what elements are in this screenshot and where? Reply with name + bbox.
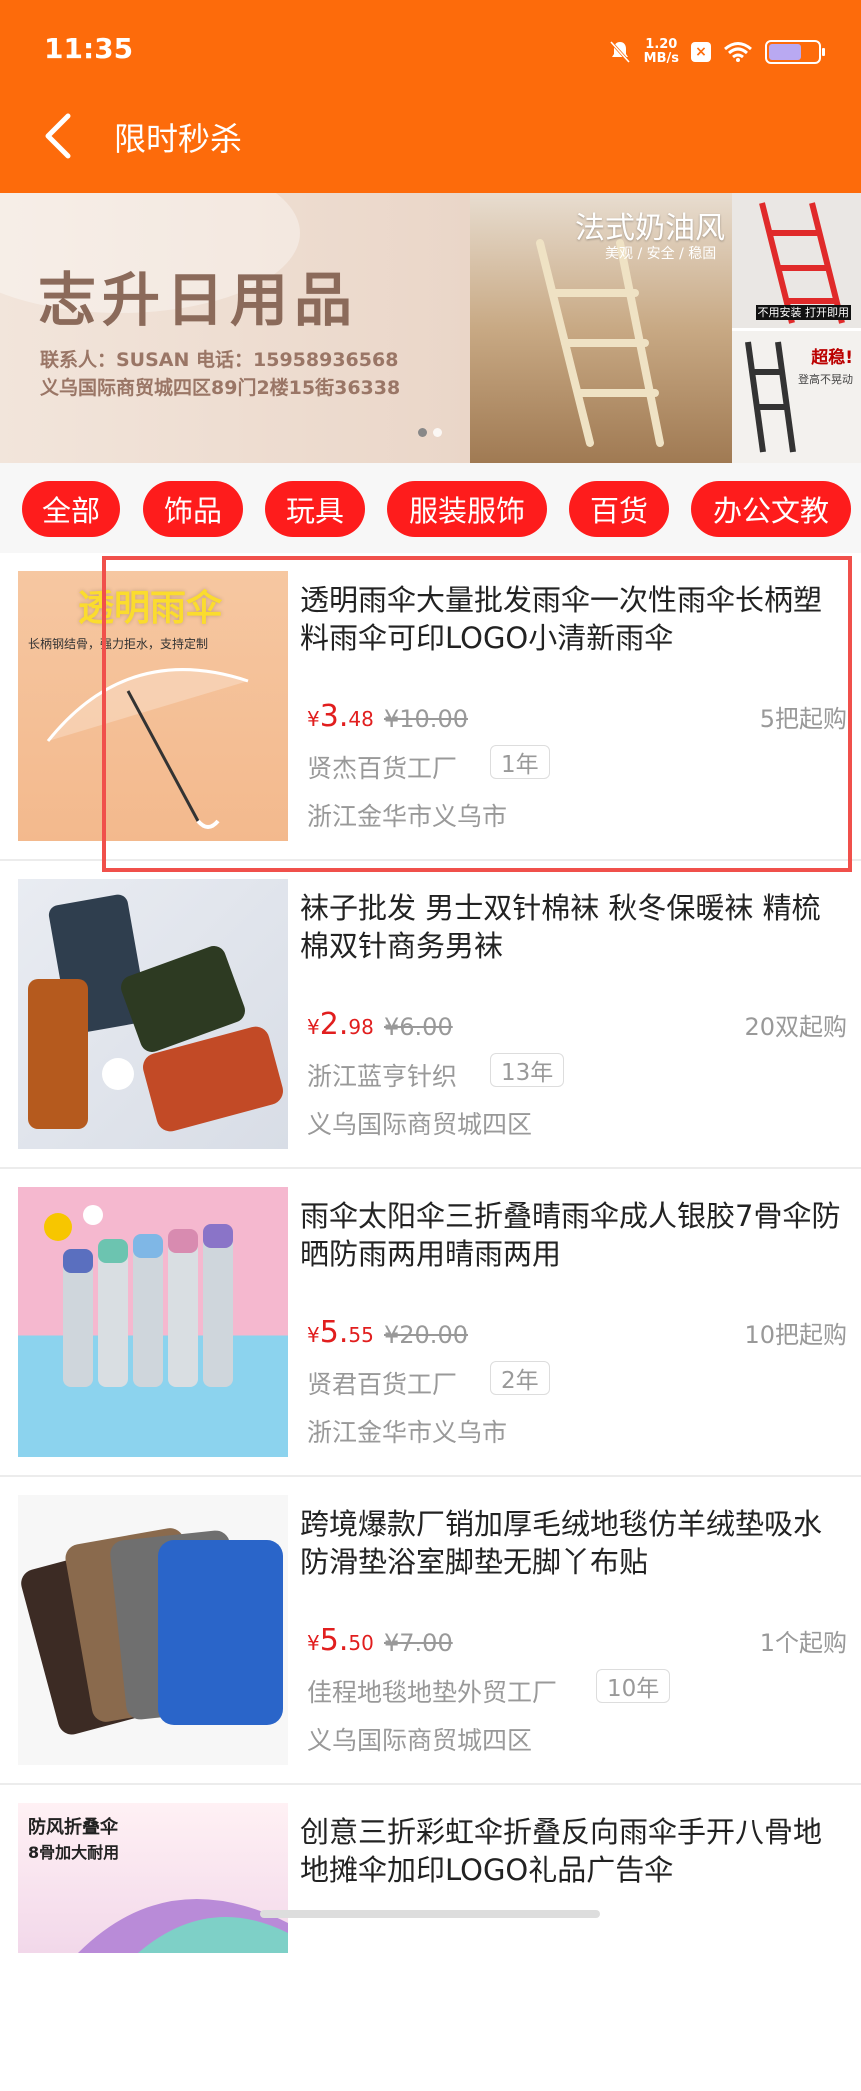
product-title: 创意三折彩虹伞折叠反向雨伞手开八骨地地摊伞加印LOGO礼品广告伞 (300, 1815, 823, 1887)
back-arrow-icon[interactable] (40, 112, 76, 160)
notification-x-icon: × (691, 42, 711, 62)
banner-side-text-1: 不用安装 打开即用 (755, 305, 851, 320)
socks-image (28, 894, 283, 1132)
product-price: ¥5.50 (307, 1623, 374, 1658)
banner-address: 义乌国际商贸城四区89门2楼15街36338 (40, 377, 401, 399)
step-ladder-image (536, 239, 664, 447)
category-chip-general-goods[interactable]: 百货 (569, 481, 669, 537)
product-price: ¥2.98 (307, 1007, 374, 1042)
home-indicator[interactable] (260, 1910, 600, 1918)
product-thumbnail (18, 1187, 288, 1457)
banner-dot-1[interactable] (418, 428, 427, 437)
rainbow-umbrella-image (78, 1899, 288, 1953)
wifi-icon (724, 42, 752, 62)
banner-slogan-sub: 美观 / 安全 / 稳固 (605, 246, 717, 262)
banner-dot-2[interactable] (433, 428, 442, 437)
seller-location: 义乌国际商贸城四区 (307, 1110, 533, 1139)
product-item[interactable]: 跨境爆款厂销加厚毛绒地毯仿羊绒垫吸水防滑垫浴室脚垫无脚丫布贴 ¥5.50 ¥7.… (0, 1477, 861, 1785)
product-price: ¥5.55 (307, 1315, 374, 1350)
banner-side-text-3: 登高不晃动 (798, 373, 853, 386)
banner-contact: 联系人：SUSAN 电话：15958936568 (40, 349, 399, 371)
folded-umbrellas-image (44, 1205, 233, 1387)
page-title: 限时秒杀 (114, 120, 243, 158)
seller-years-badge: 2年 (490, 1361, 550, 1395)
banner-side-text-2: 超稳! (811, 348, 853, 368)
battery-icon (765, 40, 825, 64)
product-item[interactable]: 雨伞太阳伞三折叠晴雨伞成人银胶7骨伞防晒防雨两用晴雨两用 ¥5.55 ¥20.0… (0, 1169, 861, 1477)
seller-years-badge: 13年 (490, 1053, 565, 1087)
seller-location: 浙江金华市义乌市 (307, 1418, 508, 1447)
seller-years-badge: 10年 (596, 1669, 671, 1703)
product-thumbnail (18, 879, 288, 1149)
seller-name: 浙江蓝亨针织 (307, 1062, 458, 1091)
product-title: 袜子批发 男士双针棉袜 秋冬保暖袜 精梳棉双针商务男袜 (300, 891, 821, 963)
banner-pager (418, 428, 442, 437)
category-chip-accessories[interactable]: 饰品 (143, 481, 243, 537)
promo-banner[interactable]: 志升日用品 联系人：SUSAN 电话：15958936568 义乌国际商贸城四区… (0, 193, 861, 463)
seller-location: 义乌国际商贸城四区 (307, 1726, 533, 1755)
original-price: ¥6.00 (384, 1013, 453, 1041)
product-thumbnail (18, 1495, 288, 1765)
selection-highlight (102, 556, 852, 872)
banner-store-name: 志升日用品 (38, 266, 359, 334)
category-chip-toys[interactable]: 玩具 (265, 481, 365, 537)
original-price: ¥7.00 (384, 1629, 453, 1657)
category-chip-office[interactable]: 办公文教 (691, 481, 851, 537)
category-chip-all[interactable]: 全部 (22, 481, 120, 537)
top-bar: 11:35 1.20 MB/s × 限时秒杀 (0, 0, 861, 193)
product-title: 雨伞太阳伞三折叠晴雨伞成人银胶7骨伞防晒防雨两用晴雨两用 (300, 1199, 841, 1271)
product-title: 跨境爆款厂销加厚毛绒地毯仿羊绒垫吸水防滑垫浴室脚垫无脚丫布贴 (300, 1507, 823, 1579)
min-order-qty: 20双起购 (744, 1013, 847, 1041)
product-item[interactable]: 防风折叠伞 8骨加大耐用 创意三折彩虹伞折叠反向雨伞手开八骨地地摊伞加印LOGO… (0, 1785, 861, 2091)
product-item[interactable]: 袜子批发 男士双针棉袜 秋冬保暖袜 精梳棉双针商务男袜 ¥2.98 ¥6.00 … (0, 861, 861, 1169)
banner-slogan: 法式奶油风 (575, 211, 725, 246)
status-icons: 1.20 MB/s × (608, 32, 825, 72)
floor-mats-image (21, 1528, 283, 1735)
category-chips: 全部 饰品 玩具 服装服饰 百货 办公文教 (0, 463, 861, 553)
seller-name: 贤君百货工厂 (307, 1370, 458, 1399)
seller-name: 佳程地毯地垫外贸工厂 (307, 1678, 558, 1707)
network-speed: 1.20 MB/s (643, 37, 679, 66)
category-chip-apparel[interactable]: 服装服饰 (387, 481, 547, 537)
product-thumbnail: 防风折叠伞 8骨加大耐用 (18, 1803, 288, 1953)
black-ladder-image (745, 341, 796, 453)
min-order-qty: 1个起购 (759, 1629, 847, 1657)
min-order-qty: 10把起购 (744, 1321, 847, 1349)
original-price: ¥20.00 (384, 1321, 468, 1349)
mute-bell-icon (609, 40, 630, 64)
status-time: 11:35 (44, 32, 134, 65)
